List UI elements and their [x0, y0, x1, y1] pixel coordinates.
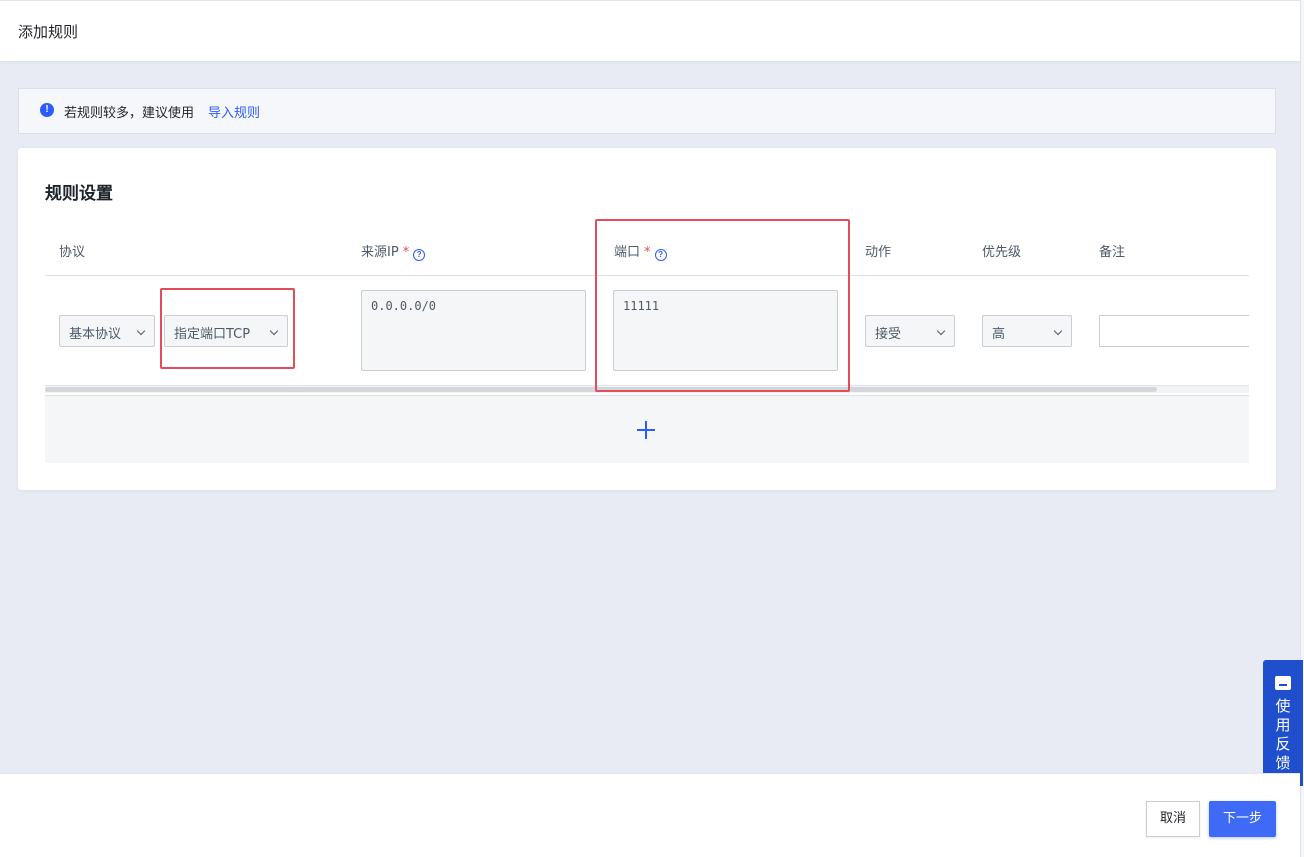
add-rule-row-button[interactable] [45, 396, 1249, 463]
footer-bar: 取消 下一步 [0, 773, 1300, 857]
remark-input[interactable] [1099, 315, 1249, 347]
chevron-down-icon [136, 326, 146, 336]
feedback-button[interactable]: 使用反馈 [1263, 660, 1303, 786]
help-icon[interactable]: ? [413, 249, 426, 261]
chevron-down-icon [1053, 326, 1063, 336]
page-header: 添加规则 [0, 0, 1304, 61]
header-divider [45, 275, 1249, 276]
column-header-port: 端口 *? [614, 241, 667, 261]
help-icon[interactable]: ? [654, 249, 667, 261]
column-header-remark: 备注 [1099, 245, 1126, 260]
scrollbar-thumb[interactable] [45, 387, 1157, 392]
column-header-action: 动作 [865, 245, 892, 260]
import-rules-link[interactable]: 导入规则 [208, 102, 260, 121]
protocol-type-select[interactable]: 基本协议 [59, 315, 155, 347]
feedback-icon [1275, 676, 1291, 690]
column-header-source-ip: 来源IP *? [361, 241, 426, 261]
action-select[interactable]: 接受 [865, 315, 955, 347]
tip-banner: ! 若规则较多，建议使用 导入规则 [18, 88, 1276, 134]
horizontal-scrollbar[interactable] [45, 386, 1249, 393]
card-title: 规则设置 [45, 184, 113, 204]
chevron-down-icon [269, 326, 279, 336]
required-mark: * [644, 245, 651, 260]
protocol-select[interactable]: 指定端口TCP [164, 315, 288, 347]
info-icon: ! [40, 103, 54, 117]
tip-text: 若规则较多，建议使用 [64, 106, 195, 121]
cancel-button[interactable]: 取消 [1146, 801, 1200, 837]
priority-select[interactable]: 高 [982, 315, 1072, 347]
plus-icon [645, 421, 647, 439]
column-header-priority: 优先级 [982, 245, 1022, 260]
feedback-label: 使用反馈 [1275, 697, 1291, 772]
rule-settings-card: 规则设置 协议 来源IP *? 端口 *? 动作 优先级 备注 基本协议 指定端口T… [18, 148, 1276, 490]
chevron-down-icon [936, 326, 946, 336]
source-ip-textarea[interactable]: 0.0.0.0/0 [361, 290, 586, 371]
required-mark: * [402, 245, 410, 260]
next-step-button[interactable]: 下一步 [1209, 801, 1276, 837]
port-textarea[interactable]: 11111 [613, 290, 838, 371]
column-header-protocol: 协议 [59, 245, 86, 260]
page-title: 添加规则 [18, 23, 79, 41]
